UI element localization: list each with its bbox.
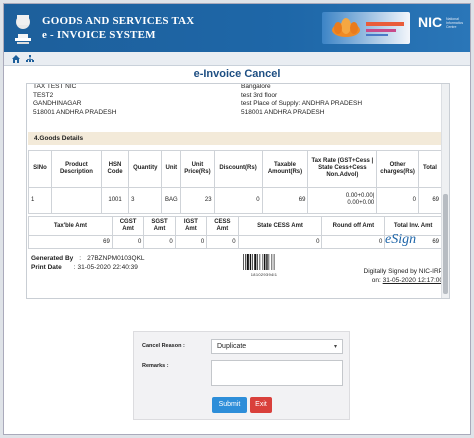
table-header: SlNo [28, 150, 52, 188]
cell-slno: 1 [28, 186, 52, 215]
buyer-address-line: TEST2 [33, 91, 54, 99]
table-header: Quantity [128, 150, 163, 188]
sitemap-icon[interactable] [26, 55, 34, 63]
cell-description [50, 186, 102, 215]
table-header: Unit [161, 150, 182, 188]
ship-address-line: 518001 ANDHRA PRADESH [241, 108, 325, 116]
page-title: e-Invoice Cancel [193, 68, 281, 80]
cancel-form: Cancel Reason : Duplicate ▾ Remarks : Su… [133, 331, 350, 420]
table-header: CESS Amt [206, 216, 239, 236]
header-title: GOODS AND SERVICES TAX e - INVOICE SYSTE… [42, 14, 194, 42]
cell-discount: 0 [213, 186, 263, 215]
generated-label: Generated By [31, 255, 74, 262]
cell-taxable: 69 [261, 186, 309, 215]
table-header: Taxable Amount(Rs) [261, 150, 309, 188]
cell-cess: 0 [206, 235, 239, 249]
table-header: Unit Price(Rs) [180, 150, 215, 188]
cell-unit: BAG [161, 186, 182, 215]
buyer-address-line: GANDHINAGAR [33, 100, 82, 107]
generated-info: Generated By:27BZNPM0103QKL Print Date:3… [31, 255, 145, 271]
table-header: Product Description [50, 150, 102, 188]
goods-table: SlNo Product Description HSN Code Quanti… [28, 150, 443, 215]
cell-cgst: 0 [111, 235, 145, 249]
cancel-reason-select[interactable]: Duplicate ▾ [211, 339, 343, 354]
site-header: GOODS AND SERVICES TAX e - INVOICE SYSTE… [4, 4, 470, 52]
table-header: Total [417, 150, 443, 188]
totals-table: Tax'ble Amt CGST Amt SGST Amt IGST Amt C… [28, 216, 442, 249]
table-row: 1 1001 3 BAG 23 0 69 0.00+0.00| 0.00+0.0… [28, 186, 443, 215]
cell-hsn: 1001 [100, 186, 130, 215]
barcode-icon [243, 254, 275, 270]
exit-button[interactable]: Exit [250, 397, 272, 413]
nic-logo: NIC [418, 14, 443, 30]
chevron-down-icon: ▾ [333, 344, 337, 350]
cell-round-off: 0 [321, 235, 386, 249]
cell-unit-price: 23 [180, 186, 215, 215]
signed-by: Digitally Signed by NIC-IRP [363, 268, 443, 275]
cancel-reason-label: Cancel Reason : [142, 343, 185, 349]
app-window: GOODS AND SERVICES TAX e - INVOICE SYSTE… [3, 3, 471, 435]
cell-tax-rate: 0.00+0.00| 0.00+0.00 [307, 186, 378, 215]
buyer-address-line: 518001 ANDHRA PRADESH [33, 108, 117, 116]
scrollbar-thumb[interactable] [443, 194, 448, 294]
goods-section-header: 4.Goods Details [28, 132, 442, 145]
ship-address-line: test Place of Supply: ANDHRA PRADESH [241, 100, 363, 107]
cell-igst: 0 [174, 235, 208, 249]
g20-logo [322, 12, 410, 44]
table-header: Round off Amt [321, 216, 386, 236]
print-date-label: Print Date [31, 264, 62, 271]
signed-on-value: 31-05-2020 12:17:00 [382, 277, 443, 284]
vertical-scrollbar[interactable] [441, 84, 449, 298]
national-emblem-icon [15, 15, 31, 44]
cell-taxable-amt: 69 [28, 235, 113, 249]
ship-address-line: Bangalore [241, 83, 271, 90]
cell-total: 69 [417, 186, 443, 215]
ship-to-address: Bangalore test 3rd floor test Place of S… [241, 83, 363, 117]
table-header: IGST Amt [174, 216, 208, 236]
table-header: Other charges(Rs) [376, 150, 419, 188]
table-row: 69 0 0 0 0 0 0 69 [28, 235, 442, 249]
barcode-number: 181029394l1 [250, 272, 278, 277]
table-header: CGST Amt [111, 216, 145, 236]
header-title-line2: e - INVOICE SYSTEM [42, 29, 156, 41]
remarks-textarea[interactable] [211, 360, 343, 386]
home-icon[interactable] [12, 55, 20, 63]
table-header: State CESS Amt [237, 216, 323, 236]
submit-button[interactable]: Submit [212, 397, 247, 413]
barcode: 181029394l1 [243, 254, 285, 277]
table-header: HSN Code [100, 150, 130, 188]
header-title-line1: GOODS AND SERVICES TAX [42, 15, 195, 27]
table-header: Discount(Rs) [213, 150, 263, 188]
nic-subtitle: National Informatics Centre [446, 17, 464, 29]
g20-graphic [366, 22, 404, 36]
signed-on-label: on: [371, 277, 381, 284]
buyer-address: TAX TEST NIC TEST2 GANDHINAGAR 518001 AN… [33, 83, 117, 117]
print-date-value: 31-05-2020 22:40:39 [77, 264, 138, 271]
generated-value: 27BZNPM0103QKL [87, 255, 145, 262]
table-header: Tax Rate (GST+Cess | State Cess+Cess Non… [307, 150, 378, 188]
cell-sgst: 0 [143, 235, 176, 249]
buyer-address-line: TAX TEST NIC [33, 83, 77, 90]
esign-logo: eSign [385, 232, 417, 247]
lotus-icon [332, 18, 360, 37]
table-header: Tax'ble Amt [28, 216, 113, 236]
nav-bar [4, 52, 470, 66]
signature-info: Digitally Signed by NIC-IRP on: 31-05-20… [357, 267, 443, 285]
ship-address-line: test 3rd floor [241, 91, 278, 99]
invoice-preview[interactable]: TAX TEST NIC TEST2 GANDHINAGAR 518001 AN… [26, 83, 450, 299]
cell-quantity: 3 [128, 186, 163, 215]
table-header: SGST Amt [143, 216, 176, 236]
cell-state-cess: 0 [237, 235, 323, 249]
cancel-reason-value: Duplicate [217, 343, 247, 350]
remarks-label: Remarks : [142, 363, 169, 369]
cell-other: 0 [376, 186, 419, 215]
